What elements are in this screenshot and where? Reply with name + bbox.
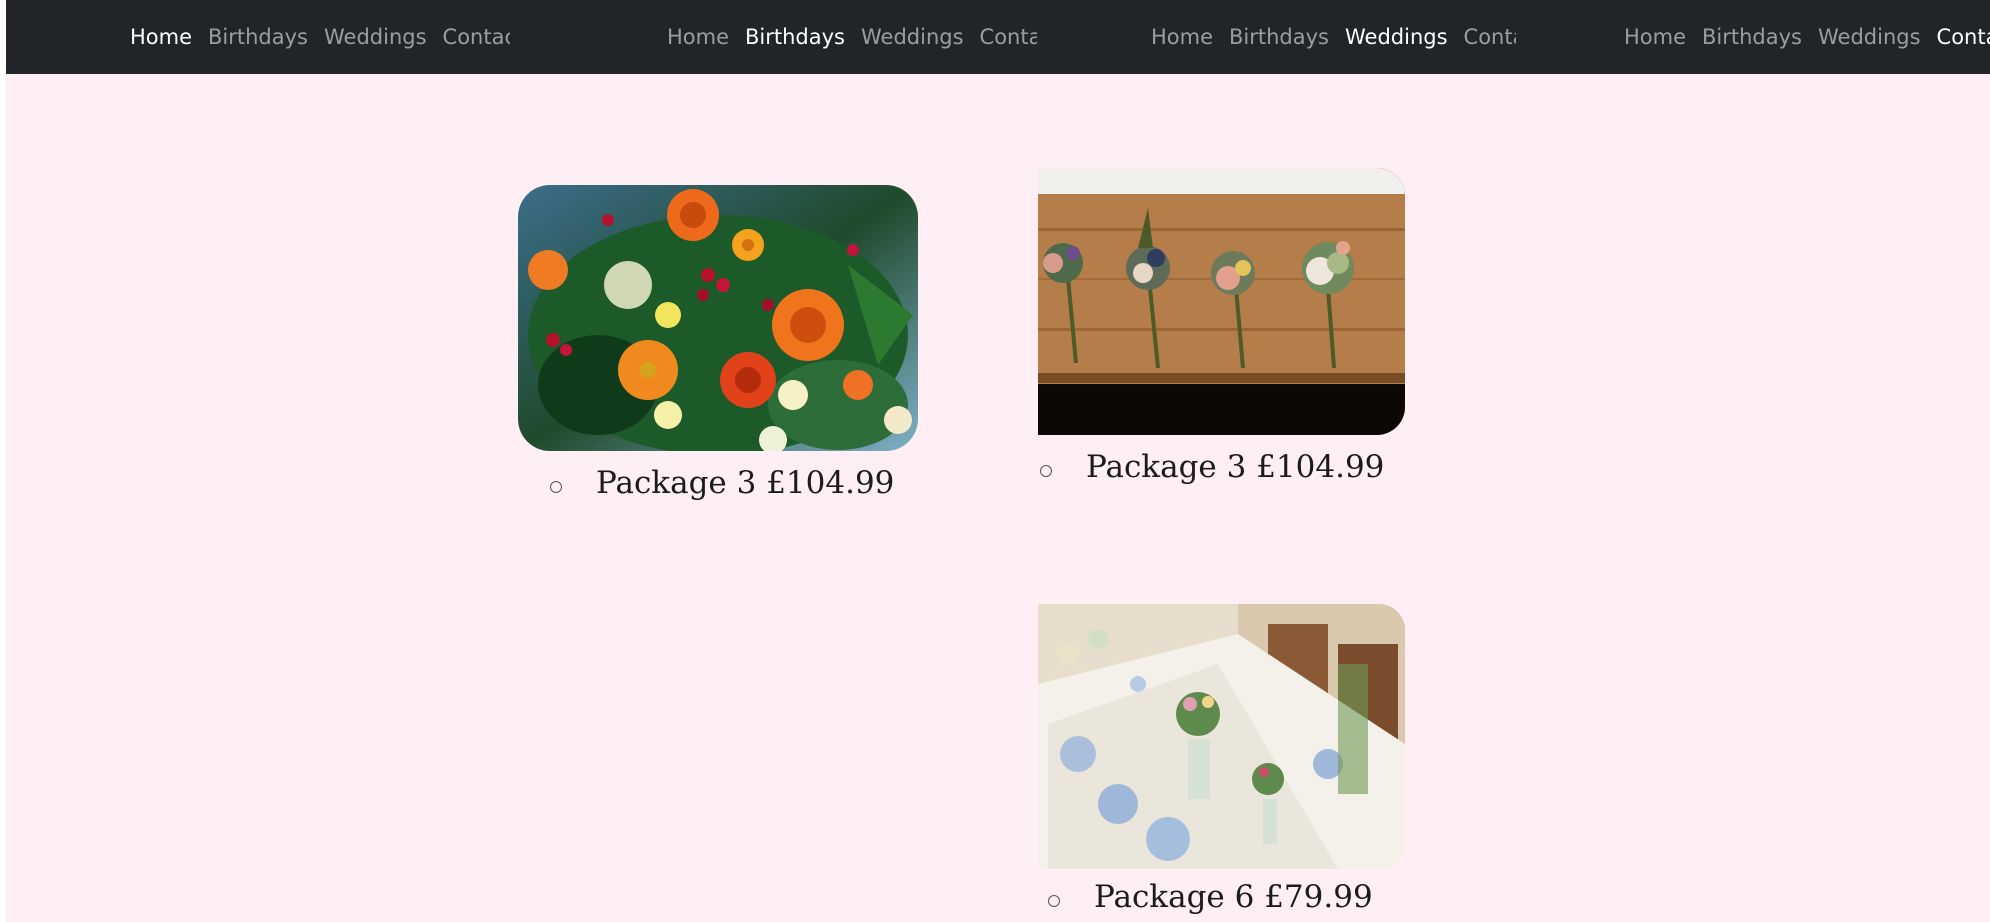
bullet-icon bbox=[1048, 895, 1060, 907]
nav-home[interactable]: Home bbox=[1151, 25, 1213, 49]
bullet-icon bbox=[1040, 465, 1052, 477]
nav-group-4: Home Birthdays Weddings Contact bbox=[1624, 0, 1990, 74]
package-card: Package 3 £104.99 bbox=[1038, 168, 1405, 485]
bouquet-photo bbox=[518, 185, 918, 451]
page: Home Birthdays Weddings Contact Home Bir… bbox=[6, 0, 1990, 922]
wedding-table-photo bbox=[1038, 604, 1405, 869]
navbar: Home Birthdays Weddings Contact Home Bir… bbox=[6, 0, 1990, 74]
nav-birthdays[interactable]: Birthdays bbox=[1229, 25, 1329, 49]
nav-contact[interactable]: Contact bbox=[443, 25, 510, 49]
nav-weddings[interactable]: Weddings bbox=[1818, 25, 1921, 49]
nav-birthdays[interactable]: Birthdays bbox=[745, 25, 845, 49]
nav-contact[interactable]: Contact bbox=[1464, 25, 1516, 49]
nav-home[interactable]: Home bbox=[130, 25, 192, 49]
nav-group-1: Home Birthdays Weddings Contact bbox=[130, 0, 510, 74]
package-caption: Package 6 £79.99 bbox=[1038, 879, 1405, 915]
package-card: Package 6 £79.99 bbox=[1038, 604, 1405, 915]
package-caption: Package 3 £104.99 bbox=[1038, 449, 1405, 485]
nav-weddings[interactable]: Weddings bbox=[324, 25, 427, 49]
nav-birthdays[interactable]: Birthdays bbox=[208, 25, 308, 49]
nav-birthdays[interactable]: Birthdays bbox=[1702, 25, 1802, 49]
package-title: Package 6 £79.99 bbox=[1094, 879, 1373, 915]
package-title: Package 3 £104.99 bbox=[1086, 449, 1385, 485]
nav-home[interactable]: Home bbox=[1624, 25, 1686, 49]
bullet-icon bbox=[550, 481, 562, 493]
package-card: Package 3 £104.99 bbox=[518, 185, 918, 501]
nav-contact[interactable]: Contact bbox=[1937, 25, 1990, 49]
nav-weddings[interactable]: Weddings bbox=[1345, 25, 1448, 49]
boutonnieres-photo bbox=[1038, 168, 1405, 435]
nav-weddings[interactable]: Weddings bbox=[861, 25, 964, 49]
package-caption: Package 3 £104.99 bbox=[518, 465, 918, 501]
nav-home[interactable]: Home bbox=[667, 25, 729, 49]
nav-group-2: Home Birthdays Weddings Contact bbox=[667, 0, 1037, 74]
package-title: Package 3 £104.99 bbox=[596, 465, 895, 501]
nav-group-3: Home Birthdays Weddings Contact bbox=[1151, 0, 1516, 74]
nav-contact[interactable]: Contact bbox=[980, 25, 1037, 49]
